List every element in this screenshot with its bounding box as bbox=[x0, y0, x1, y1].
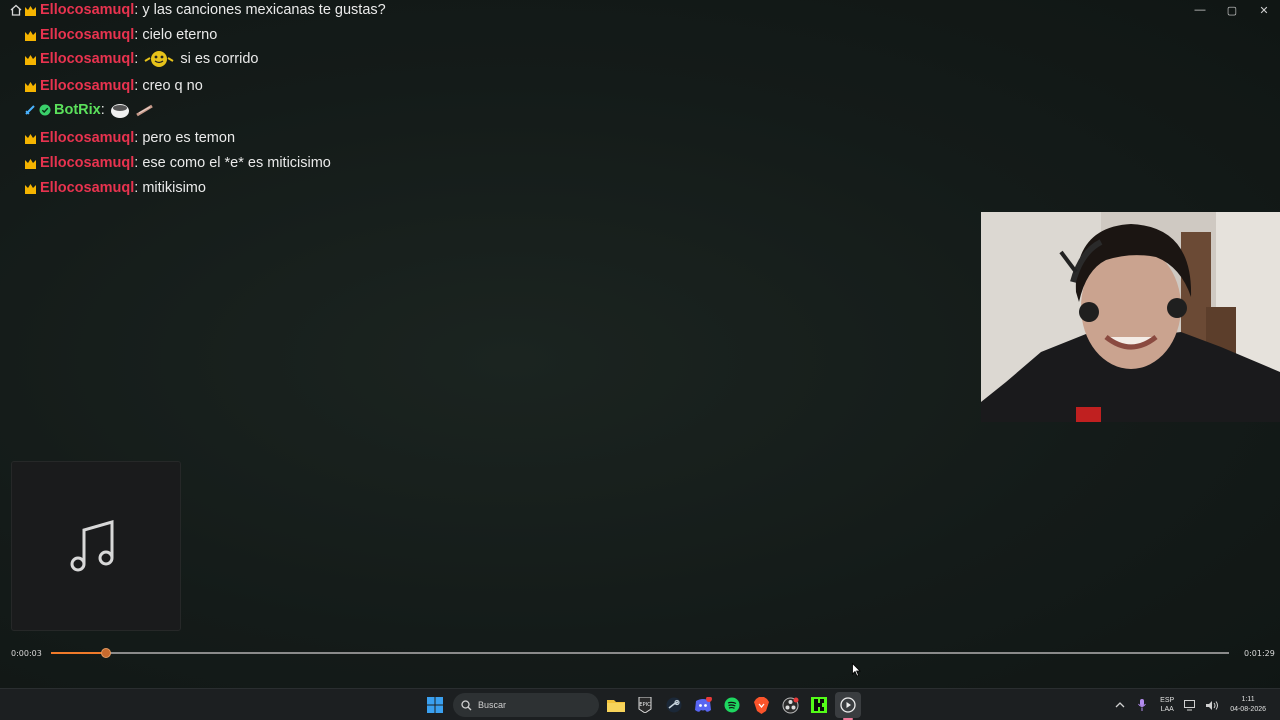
search-icon bbox=[461, 699, 472, 710]
network-icon[interactable] bbox=[1180, 695, 1200, 715]
chat-text: mitikisimo bbox=[142, 180, 206, 196]
music-note-icon bbox=[70, 520, 114, 572]
crown-badge-icon bbox=[25, 158, 36, 169]
chat-text: cielo eterno bbox=[142, 27, 218, 43]
chevron-up-icon[interactable] bbox=[1110, 695, 1130, 715]
windows-start-icon[interactable] bbox=[422, 692, 448, 718]
dancing-emote-icon bbox=[144, 51, 174, 67]
elapsed-time: 0:00:03 bbox=[11, 649, 42, 658]
epic-games-icon[interactable]: EPIC bbox=[632, 692, 658, 718]
crown-badge-icon bbox=[25, 30, 36, 41]
taskbar-search[interactable]: Buscar bbox=[453, 693, 599, 717]
chat-colon: : bbox=[100, 102, 105, 118]
progress-handle[interactable] bbox=[101, 648, 112, 658]
chat-text: ese como el *e* es miticisimo bbox=[142, 155, 331, 171]
crown-badge-icon bbox=[25, 81, 36, 92]
chat-colon: : bbox=[134, 155, 139, 171]
chat-message: Ellocosamuql: ese como el *e* es miticis… bbox=[24, 152, 331, 174]
chat-message: Ellocosamuql: creo q no bbox=[24, 75, 203, 97]
chat-text: y las canciones mexicanas te gustas? bbox=[142, 2, 386, 18]
chat-message: Ellocosamuql: pero es temon bbox=[24, 127, 235, 149]
progress-fill bbox=[51, 652, 107, 654]
clock-time: 1:11 bbox=[1241, 696, 1255, 703]
chat-text: creo q no bbox=[142, 78, 203, 94]
spotify-icon[interactable] bbox=[719, 692, 745, 718]
chat-text: si es corrido bbox=[180, 51, 259, 67]
chat-text: pero es temon bbox=[142, 130, 236, 146]
language-indicator[interactable]: ESP LAA bbox=[1160, 696, 1174, 714]
chat-username[interactable]: Ellocosamuql bbox=[40, 155, 134, 171]
chat-message: Ellocosamuql: y las canciones mexicanas … bbox=[24, 0, 386, 21]
chat-colon: : bbox=[134, 2, 139, 18]
media-player-icon[interactable] bbox=[835, 692, 861, 720]
chat-message: BotRix: bbox=[24, 99, 155, 121]
window-controls: — ▢ ✕ bbox=[1184, 0, 1280, 20]
home-icon[interactable] bbox=[9, 3, 23, 17]
chat-colon: : bbox=[134, 27, 139, 43]
webcam-image bbox=[981, 212, 1280, 422]
chat-username[interactable]: Ellocosamuql bbox=[40, 78, 134, 94]
chat-username[interactable]: Ellocosamuql bbox=[40, 51, 134, 67]
progress-bar[interactable] bbox=[51, 648, 1229, 658]
chat-username[interactable]: Ellocosamuql bbox=[40, 130, 134, 146]
chat-message: Ellocosamuql: mitikisimo bbox=[24, 177, 206, 199]
cup-emote-icon bbox=[110, 104, 129, 118]
webcam-feed bbox=[981, 212, 1280, 422]
chat-username[interactable]: Ellocosamuql bbox=[40, 27, 134, 43]
total-time: 0:01:29 bbox=[1244, 649, 1275, 658]
lang-line2: LAA bbox=[1160, 706, 1174, 713]
file-explorer-icon[interactable] bbox=[603, 692, 629, 718]
steam-icon[interactable] bbox=[661, 692, 687, 718]
volume-icon[interactable] bbox=[1202, 695, 1222, 715]
album-art-placeholder bbox=[11, 461, 181, 631]
clock[interactable]: 1:11 04-08-2026 bbox=[1230, 695, 1266, 715]
chat-username[interactable]: BotRix bbox=[54, 102, 101, 118]
chat-colon: : bbox=[134, 180, 139, 196]
svg-text:EPIC: EPIC bbox=[639, 702, 651, 708]
crown-badge-icon bbox=[25, 54, 36, 65]
brave-icon[interactable] bbox=[748, 692, 774, 718]
chat-colon: : bbox=[134, 51, 139, 67]
maximize-button[interactable]: ▢ bbox=[1216, 0, 1248, 20]
system-tray: ESP LAA 1:11 04-08-2026 bbox=[1110, 689, 1280, 720]
search-placeholder: Buscar bbox=[478, 700, 507, 710]
chat-colon: : bbox=[134, 78, 139, 94]
feather-emote-icon bbox=[135, 104, 153, 117]
verified-badge-icon bbox=[39, 104, 51, 116]
close-button[interactable]: ✕ bbox=[1248, 0, 1280, 20]
crown-badge-icon bbox=[25, 183, 36, 194]
chat-message: Ellocosamuql: cielo eterno bbox=[24, 24, 217, 46]
clock-date: 04-08-2026 bbox=[1230, 706, 1266, 713]
kick-icon[interactable] bbox=[806, 692, 832, 718]
obs-icon[interactable] bbox=[777, 692, 803, 718]
taskbar: Buscar EPIC ESP LAA 1:11 04-08-2026 bbox=[0, 688, 1280, 720]
chat-message: Ellocosamuql: si es corrido bbox=[24, 48, 258, 70]
minimize-button[interactable]: — bbox=[1184, 0, 1216, 20]
crown-badge-icon bbox=[25, 5, 36, 16]
crown-badge-icon bbox=[25, 133, 36, 144]
chat-username[interactable]: Ellocosamuql bbox=[40, 2, 134, 18]
microphone-icon[interactable] bbox=[1132, 695, 1152, 715]
chat-username[interactable]: Ellocosamuql bbox=[40, 180, 134, 196]
chat-colon: : bbox=[134, 130, 139, 146]
discord-icon[interactable] bbox=[690, 692, 716, 718]
sword-badge-icon bbox=[25, 105, 35, 115]
lang-line1: ESP bbox=[1160, 697, 1175, 704]
mouse-cursor-icon bbox=[852, 663, 861, 677]
